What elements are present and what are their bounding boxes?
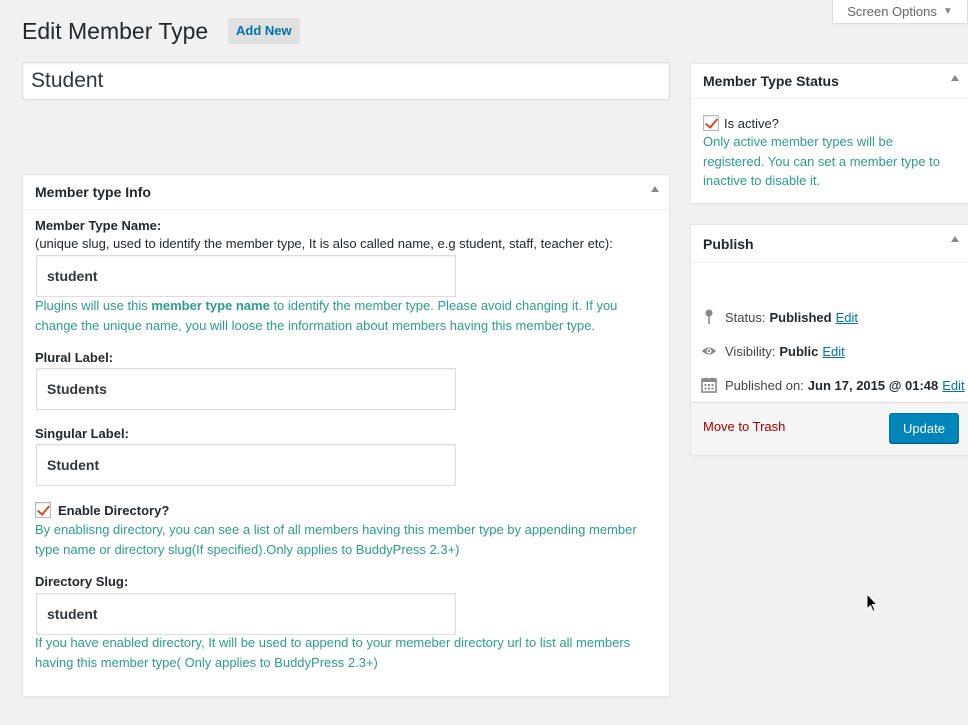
name-help-before: Plugins will use this <box>35 298 152 313</box>
page-title: Edit Member Type <box>22 18 209 44</box>
enable-directory-row: Enable Directory? <box>35 502 169 518</box>
status-value: Published <box>769 309 832 325</box>
add-new-button[interactable]: Add New <box>228 18 300 44</box>
visibility-label: Visibility: <box>725 343 776 359</box>
post-status-row: Status: Published Edit <box>701 309 858 325</box>
caret-down-icon: ▼ <box>942 6 953 17</box>
is-active-checkbox[interactable] <box>703 115 719 131</box>
status-label: Status: <box>725 309 766 325</box>
published-on-label: Published on: <box>725 377 804 393</box>
is-active-row: Is active? <box>703 115 779 131</box>
update-button[interactable]: Update <box>889 413 959 443</box>
member-type-name-input[interactable] <box>36 255 456 297</box>
published-on-value: Jun 17, 2015 @ 01:48 <box>807 377 939 393</box>
plural-label-input[interactable] <box>36 368 456 410</box>
checkmark-icon <box>704 115 719 129</box>
publish-heading: Publish <box>703 235 754 252</box>
move-to-trash-link[interactable]: Move to Trash <box>703 419 785 434</box>
directory-slug-help: If you have enabled directory, It will b… <box>35 635 631 670</box>
calendar-icon <box>701 377 717 393</box>
member-type-info-box: Member type Info Member Type Name: (uniq… <box>22 174 670 697</box>
enable-directory-label: Enable Directory? <box>58 502 170 518</box>
mouse-cursor-icon <box>866 592 879 616</box>
member-type-name-help: Plugins will use this member type name t… <box>35 296 660 336</box>
is-active-label: Is active? <box>724 115 779 131</box>
member-type-info-heading: Member type Info <box>35 184 151 200</box>
edit-timestamp-link[interactable]: Edit <box>942 378 964 393</box>
edit-visibility-link[interactable]: Edit <box>822 344 844 359</box>
post-title-input[interactable] <box>22 62 670 100</box>
singular-label-input[interactable] <box>36 444 456 486</box>
visibility-value: Public <box>779 343 819 359</box>
enable-directory-help: By enablisng directory, you can see a li… <box>35 522 637 557</box>
collapse-toggle-icon[interactable] <box>951 236 959 242</box>
pin-icon <box>701 309 717 325</box>
screen-options-toggle[interactable]: Screen Options ▼ <box>832 0 968 24</box>
checkmark-icon <box>36 502 51 516</box>
publish-box: Publish Status: Published Edit Visibilit… <box>690 224 968 456</box>
directory-slug-input[interactable] <box>36 593 456 635</box>
published-on-row: Published on: Jun 17, 2015 @ 01:48 Edit <box>701 377 965 393</box>
member-type-status-header[interactable]: Member Type Status <box>691 64 968 99</box>
member-type-info-header[interactable]: Member type Info <box>23 175 669 210</box>
visibility-row: Visibility: Public Edit <box>701 343 845 359</box>
directory-slug-label: Directory Slug: <box>35 574 129 589</box>
edit-status-link[interactable]: Edit <box>836 310 858 325</box>
major-publishing-actions: Move to Trash Update <box>691 402 968 455</box>
screen-options-label: Screen Options <box>847 4 937 19</box>
member-type-name-hint: (unique slug, used to identify the membe… <box>35 236 613 251</box>
singular-label-label: Singular Label: <box>35 426 129 441</box>
plural-label-label: Plural Label: <box>35 350 114 365</box>
member-type-name-label: Member Type Name: <box>35 218 162 233</box>
is-active-help: Only active member types will be registe… <box>703 134 941 188</box>
member-type-status-box: Member Type Status Is active? Only activ… <box>690 63 968 204</box>
eye-icon <box>701 343 717 359</box>
collapse-toggle-icon[interactable] <box>951 75 959 81</box>
member-type-status-heading: Member Type Status <box>703 73 839 89</box>
collapse-toggle-icon[interactable] <box>651 186 659 192</box>
publish-header[interactable]: Publish <box>691 225 968 263</box>
name-help-bold: member type name <box>151 298 270 313</box>
enable-directory-checkbox[interactable] <box>35 502 51 518</box>
